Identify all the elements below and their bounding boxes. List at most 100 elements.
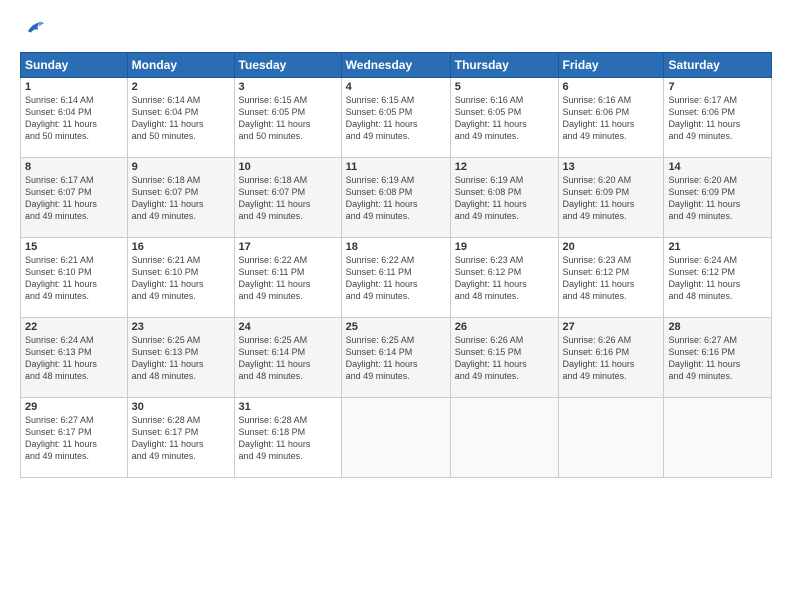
day-number: 8 (25, 161, 123, 173)
day-info: Sunrise: 6:28 AM Sunset: 6:17 PM Dayligh… (132, 414, 230, 463)
day-number: 12 (455, 161, 554, 173)
day-info: Sunrise: 6:20 AM Sunset: 6:09 PM Dayligh… (668, 174, 767, 223)
day-number: 14 (668, 161, 767, 173)
calendar-cell: 4Sunrise: 6:15 AM Sunset: 6:05 PM Daylig… (341, 78, 450, 158)
day-number: 13 (563, 161, 660, 173)
day-info: Sunrise: 6:16 AM Sunset: 6:06 PM Dayligh… (563, 94, 660, 143)
calendar-cell: 17Sunrise: 6:22 AM Sunset: 6:11 PM Dayli… (234, 238, 341, 318)
calendar-cell (664, 398, 772, 478)
day-info: Sunrise: 6:16 AM Sunset: 6:05 PM Dayligh… (455, 94, 554, 143)
day-info: Sunrise: 6:24 AM Sunset: 6:12 PM Dayligh… (668, 254, 767, 303)
day-info: Sunrise: 6:17 AM Sunset: 6:07 PM Dayligh… (25, 174, 123, 223)
day-number: 19 (455, 241, 554, 253)
day-info: Sunrise: 6:27 AM Sunset: 6:16 PM Dayligh… (668, 334, 767, 383)
day-number: 29 (25, 401, 123, 413)
calendar-cell: 31Sunrise: 6:28 AM Sunset: 6:18 PM Dayli… (234, 398, 341, 478)
calendar-cell: 22Sunrise: 6:24 AM Sunset: 6:13 PM Dayli… (21, 318, 128, 398)
calendar-cell: 21Sunrise: 6:24 AM Sunset: 6:12 PM Dayli… (664, 238, 772, 318)
day-info: Sunrise: 6:25 AM Sunset: 6:14 PM Dayligh… (346, 334, 446, 383)
calendar-header-friday: Friday (558, 53, 664, 78)
day-info: Sunrise: 6:22 AM Sunset: 6:11 PM Dayligh… (239, 254, 337, 303)
logo (20, 18, 44, 40)
day-number: 11 (346, 161, 446, 173)
day-number: 16 (132, 241, 230, 253)
day-info: Sunrise: 6:14 AM Sunset: 6:04 PM Dayligh… (132, 94, 230, 143)
calendar-week-row: 1 Sunrise: 6:14 AM Sunset: 6:04 PM Daylig… (21, 78, 772, 158)
calendar-cell: 24Sunrise: 6:25 AM Sunset: 6:14 PM Dayli… (234, 318, 341, 398)
calendar-cell: 19Sunrise: 6:23 AM Sunset: 6:12 PM Dayli… (450, 238, 558, 318)
calendar-cell (341, 398, 450, 478)
day-number: 3 (239, 81, 337, 93)
day-info: Sunrise: 6:27 AM Sunset: 6:17 PM Dayligh… (25, 414, 123, 463)
calendar-cell (558, 398, 664, 478)
calendar-cell (450, 398, 558, 478)
calendar-cell: 18Sunrise: 6:22 AM Sunset: 6:11 PM Dayli… (341, 238, 450, 318)
day-info: Sunrise: 6:15 AM Sunset: 6:05 PM Dayligh… (239, 94, 337, 143)
day-info: Sunrise: 6:21 AM Sunset: 6:10 PM Dayligh… (132, 254, 230, 303)
calendar-week-row: 22Sunrise: 6:24 AM Sunset: 6:13 PM Dayli… (21, 318, 772, 398)
calendar-cell: 6Sunrise: 6:16 AM Sunset: 6:06 PM Daylig… (558, 78, 664, 158)
calendar-cell: 11Sunrise: 6:19 AM Sunset: 6:08 PM Dayli… (341, 158, 450, 238)
day-info: Sunrise: 6:18 AM Sunset: 6:07 PM Dayligh… (239, 174, 337, 223)
calendar-cell: 2Sunrise: 6:14 AM Sunset: 6:04 PM Daylig… (127, 78, 234, 158)
day-number: 9 (132, 161, 230, 173)
day-number: 18 (346, 241, 446, 253)
day-info: Sunrise: 6:18 AM Sunset: 6:07 PM Dayligh… (132, 174, 230, 223)
calendar-header-wednesday: Wednesday (341, 53, 450, 78)
calendar-cell: 13Sunrise: 6:20 AM Sunset: 6:09 PM Dayli… (558, 158, 664, 238)
day-number: 17 (239, 241, 337, 253)
calendar-week-row: 29Sunrise: 6:27 AM Sunset: 6:17 PM Dayli… (21, 398, 772, 478)
day-number: 20 (563, 241, 660, 253)
day-info: Sunrise: 6:23 AM Sunset: 6:12 PM Dayligh… (563, 254, 660, 303)
day-number: 10 (239, 161, 337, 173)
day-number: 27 (563, 321, 660, 333)
day-info: Sunrise: 6:22 AM Sunset: 6:11 PM Dayligh… (346, 254, 446, 303)
calendar-cell: 15Sunrise: 6:21 AM Sunset: 6:10 PM Dayli… (21, 238, 128, 318)
calendar-cell: 30Sunrise: 6:28 AM Sunset: 6:17 PM Dayli… (127, 398, 234, 478)
day-number: 15 (25, 241, 123, 253)
calendar-cell: 28Sunrise: 6:27 AM Sunset: 6:16 PM Dayli… (664, 318, 772, 398)
day-number: 23 (132, 321, 230, 333)
calendar-cell: 25Sunrise: 6:25 AM Sunset: 6:14 PM Dayli… (341, 318, 450, 398)
day-number: 7 (668, 81, 767, 93)
calendar-cell: 23Sunrise: 6:25 AM Sunset: 6:13 PM Dayli… (127, 318, 234, 398)
day-number: 28 (668, 321, 767, 333)
calendar-cell: 10Sunrise: 6:18 AM Sunset: 6:07 PM Dayli… (234, 158, 341, 238)
calendar-header-monday: Monday (127, 53, 234, 78)
header (20, 18, 772, 40)
day-number: 25 (346, 321, 446, 333)
calendar-week-row: 8Sunrise: 6:17 AM Sunset: 6:07 PM Daylig… (21, 158, 772, 238)
day-info: Sunrise: 6:26 AM Sunset: 6:15 PM Dayligh… (455, 334, 554, 383)
day-number: 1 (25, 81, 123, 93)
day-info: Sunrise: 6:24 AM Sunset: 6:13 PM Dayligh… (25, 334, 123, 383)
calendar-cell: 12Sunrise: 6:19 AM Sunset: 6:08 PM Dayli… (450, 158, 558, 238)
calendar-header-saturday: Saturday (664, 53, 772, 78)
day-info: Sunrise: 6:19 AM Sunset: 6:08 PM Dayligh… (455, 174, 554, 223)
calendar-cell: 16Sunrise: 6:21 AM Sunset: 6:10 PM Dayli… (127, 238, 234, 318)
calendar-cell: 5Sunrise: 6:16 AM Sunset: 6:05 PM Daylig… (450, 78, 558, 158)
calendar-cell: 7Sunrise: 6:17 AM Sunset: 6:06 PM Daylig… (664, 78, 772, 158)
day-info: Sunrise: 6:21 AM Sunset: 6:10 PM Dayligh… (25, 254, 123, 303)
day-info: Sunrise: 6:26 AM Sunset: 6:16 PM Dayligh… (563, 334, 660, 383)
page: SundayMondayTuesdayWednesdayThursdayFrid… (0, 0, 792, 612)
day-info: Sunrise: 6:23 AM Sunset: 6:12 PM Dayligh… (455, 254, 554, 303)
calendar-header-tuesday: Tuesday (234, 53, 341, 78)
day-number: 4 (346, 81, 446, 93)
day-number: 2 (132, 81, 230, 93)
calendar-cell: 8Sunrise: 6:17 AM Sunset: 6:07 PM Daylig… (21, 158, 128, 238)
day-number: 31 (239, 401, 337, 413)
calendar-cell: 1Sunrise: 6:14 AM Sunset: 6:04 PM Daylig… (21, 78, 128, 158)
calendar-header-sunday: Sunday (21, 53, 128, 78)
calendar-table: SundayMondayTuesdayWednesdayThursdayFrid… (20, 52, 772, 478)
calendar-header-row: SundayMondayTuesdayWednesdayThursdayFrid… (21, 53, 772, 78)
day-info: Sunrise: 6:19 AM Sunset: 6:08 PM Dayligh… (346, 174, 446, 223)
day-number: 21 (668, 241, 767, 253)
calendar-header-thursday: Thursday (450, 53, 558, 78)
day-info: Sunrise: 6:15 AM Sunset: 6:05 PM Dayligh… (346, 94, 446, 143)
day-info: Sunrise: 6:20 AM Sunset: 6:09 PM Dayligh… (563, 174, 660, 223)
day-info: Sunrise: 6:25 AM Sunset: 6:14 PM Dayligh… (239, 334, 337, 383)
calendar-cell: 20Sunrise: 6:23 AM Sunset: 6:12 PM Dayli… (558, 238, 664, 318)
day-info: Sunrise: 6:17 AM Sunset: 6:06 PM Dayligh… (668, 94, 767, 143)
day-info: Sunrise: 6:28 AM Sunset: 6:18 PM Dayligh… (239, 414, 337, 463)
day-number: 24 (239, 321, 337, 333)
